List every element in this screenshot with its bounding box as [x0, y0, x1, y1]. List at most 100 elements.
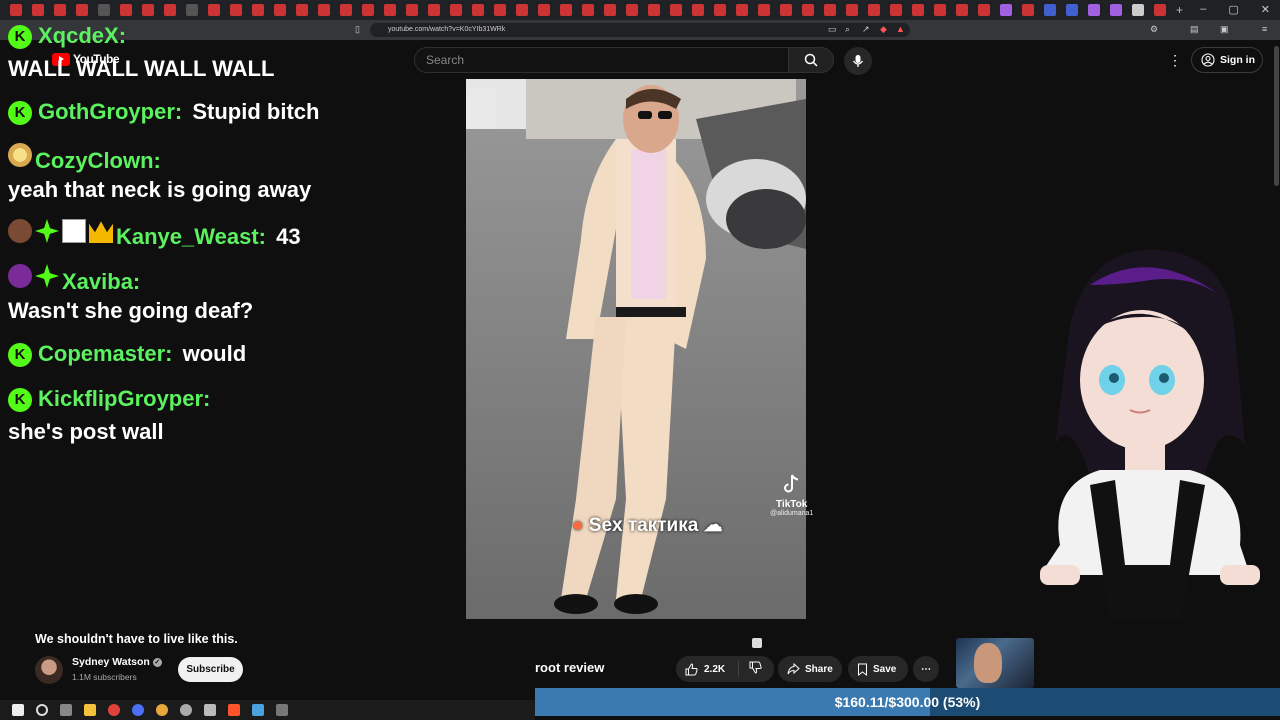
save-button[interactable]: Save	[848, 656, 908, 682]
tab-icon[interactable]	[956, 4, 968, 16]
tab-icon[interactable]	[934, 4, 946, 16]
tab-icon[interactable]	[824, 4, 836, 16]
tab-icon[interactable]	[802, 4, 814, 16]
tab-icon[interactable]	[318, 4, 330, 16]
app-icon[interactable]	[180, 704, 192, 716]
page-scrollbar[interactable]	[1273, 40, 1280, 190]
chat-text: 43	[276, 224, 301, 249]
rewards-icon[interactable]: ▲	[896, 24, 905, 34]
search-input[interactable]: Search	[414, 47, 788, 73]
minimize-icon[interactable]: –	[1200, 3, 1206, 16]
tab-icon[interactable]	[274, 4, 286, 16]
tab-icon[interactable]	[186, 4, 198, 16]
tab-icon[interactable]	[142, 4, 154, 16]
maximize-icon[interactable]: ▢	[1228, 3, 1238, 16]
tab-icon[interactable]	[1000, 4, 1012, 16]
tab-icon[interactable]	[406, 4, 418, 16]
chrome-icon[interactable]	[156, 704, 168, 716]
tab-icon[interactable]	[1132, 4, 1144, 16]
tab-icon[interactable]	[846, 4, 858, 16]
tab-icon[interactable]	[670, 4, 682, 16]
tab-icon[interactable]	[32, 4, 44, 16]
close-icon[interactable]: ✕	[1261, 3, 1270, 16]
tab-icon[interactable]	[362, 4, 374, 16]
tab-icon[interactable]	[692, 4, 704, 16]
tab-icon[interactable]	[604, 4, 616, 16]
share-page-icon[interactable]: ↗	[862, 24, 870, 35]
task-view-icon[interactable]	[60, 704, 72, 716]
subscribe-button[interactable]: Subscribe	[178, 657, 243, 682]
windows-start-icon[interactable]	[12, 704, 24, 716]
tab-icon[interactable]	[164, 4, 176, 16]
more-actions-button[interactable]: ⋯	[913, 656, 939, 682]
brave-shield-icon[interactable]: ◆	[880, 24, 887, 35]
search-taskbar-icon[interactable]	[36, 704, 48, 716]
browser-address-bar: ▯ youtube.com/watch?v=K0cYIb31WRk ▭ ⌕ ↗ …	[0, 20, 1280, 40]
tab-icon[interactable]	[1066, 4, 1078, 16]
tab-icon[interactable]	[1154, 4, 1166, 16]
hot-face-icon: ●	[572, 515, 584, 536]
tab-icon[interactable]	[648, 4, 660, 16]
wallet-icon[interactable]: ▣	[1220, 24, 1229, 35]
tab-icon[interactable]	[208, 4, 220, 16]
tab-icon[interactable]	[494, 4, 506, 16]
menu-icon[interactable]: ≡	[1262, 24, 1267, 34]
tab-icon[interactable]	[98, 4, 110, 16]
sign-in-button[interactable]: Sign in	[1191, 47, 1263, 73]
tab-icon[interactable]	[516, 4, 528, 16]
tab-icon[interactable]	[538, 4, 550, 16]
video-player[interactable]	[466, 79, 806, 619]
brave-icon[interactable]	[228, 704, 240, 716]
file-explorer-icon[interactable]	[84, 704, 96, 716]
share-label: Share	[805, 663, 833, 675]
tab-icon[interactable]	[1088, 4, 1100, 16]
tab-icon[interactable]	[868, 4, 880, 16]
channel-avatar[interactable]	[35, 656, 63, 684]
speaker-icon[interactable]	[276, 704, 288, 716]
tab-icon[interactable]	[780, 4, 792, 16]
tab-icon[interactable]	[714, 4, 726, 16]
channel-name[interactable]: Sydney Watson ✓	[72, 656, 162, 668]
tab-icon[interactable]	[736, 4, 748, 16]
app-icon[interactable]	[132, 704, 144, 716]
cast-icon[interactable]: ▭	[828, 24, 837, 35]
tab-icon[interactable]	[626, 4, 638, 16]
tab-icon[interactable]	[890, 4, 902, 16]
tab-icon[interactable]	[560, 4, 572, 16]
tab-icon[interactable]	[230, 4, 242, 16]
tab-icon[interactable]	[1022, 4, 1034, 16]
tab-icon[interactable]	[450, 4, 462, 16]
app-icon[interactable]	[252, 704, 264, 716]
tab-icon[interactable]	[340, 4, 352, 16]
tab-icon[interactable]	[472, 4, 484, 16]
tab-icon[interactable]	[252, 4, 264, 16]
zoom-icon[interactable]: ⌕	[845, 24, 850, 35]
tab-icon[interactable]	[1110, 4, 1122, 16]
share-button[interactable]: Share	[778, 656, 842, 682]
tab-icon[interactable]	[428, 4, 440, 16]
recommended-video-thumbnail[interactable]	[956, 638, 1034, 688]
dislike-button[interactable]	[739, 661, 762, 677]
search-button[interactable]	[788, 47, 834, 73]
tab-icon[interactable]	[10, 4, 22, 16]
tab-icon[interactable]	[296, 4, 308, 16]
tab-icon[interactable]	[758, 4, 770, 16]
more-options-icon[interactable]: ⋮	[1168, 52, 1182, 69]
tab-icon[interactable]	[384, 4, 396, 16]
new-tab-icon[interactable]: +	[1176, 3, 1183, 17]
tab-icon[interactable]	[120, 4, 132, 16]
app-icon[interactable]	[108, 704, 120, 716]
tab-icon[interactable]	[76, 4, 88, 16]
tab-icon[interactable]	[582, 4, 594, 16]
tab-icon[interactable]	[912, 4, 924, 16]
voice-search-button[interactable]	[844, 47, 872, 75]
extension-icon[interactable]: ⚙	[1150, 24, 1158, 35]
chat-message: K KickflipGroyper:	[8, 385, 210, 413]
tab-icon[interactable]	[978, 4, 990, 16]
like-button[interactable]: 2.2K	[676, 661, 739, 677]
sidebar-icon[interactable]: ▤	[1190, 24, 1199, 35]
tab-icon[interactable]	[54, 4, 66, 16]
app-icon[interactable]	[204, 704, 216, 716]
bookmark-icon[interactable]: ▯	[355, 24, 360, 35]
tab-icon[interactable]	[1044, 4, 1056, 16]
